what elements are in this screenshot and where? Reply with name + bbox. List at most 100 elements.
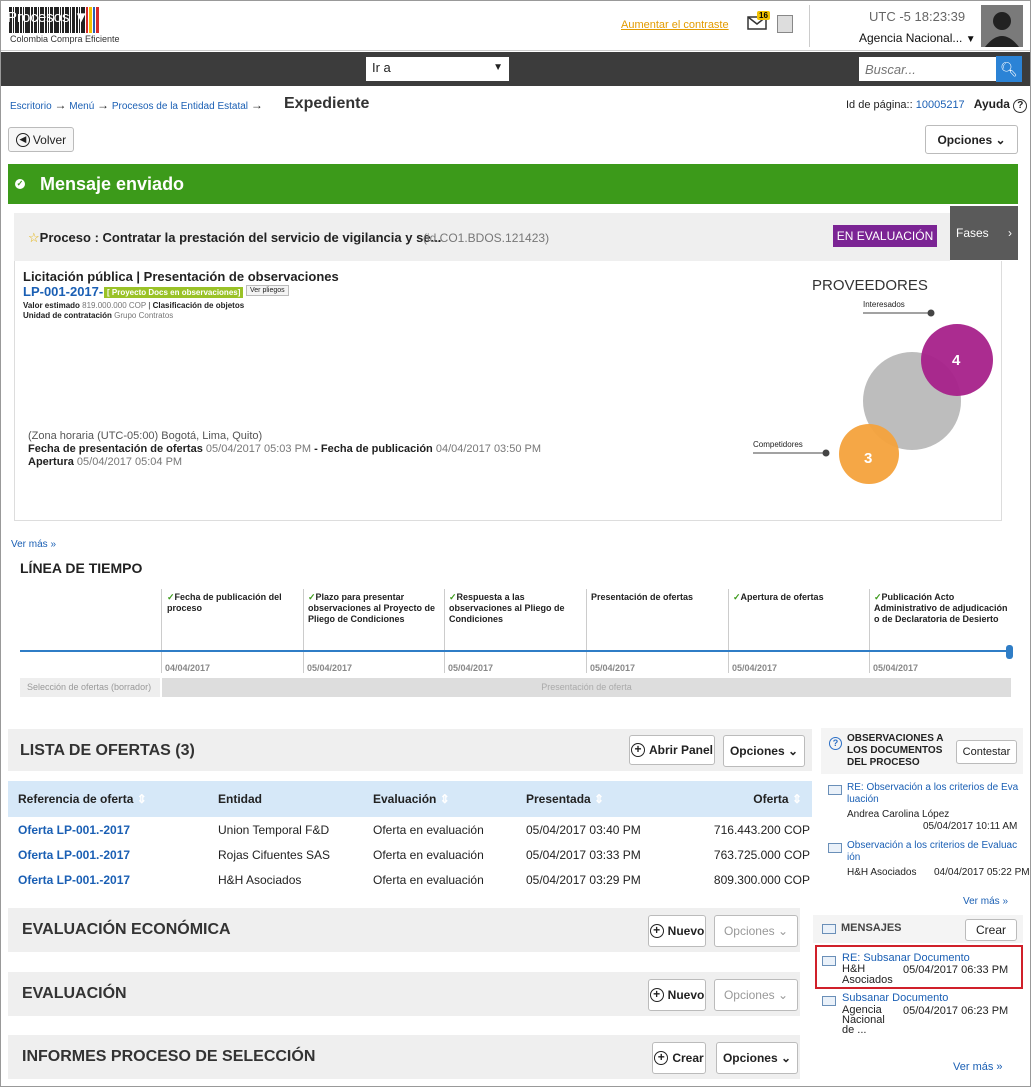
nav-proveedores[interactable]: Proveedores ▼: [181, 9, 285, 26]
messages-see-more[interactable]: Ver más »: [953, 1061, 1003, 1073]
offer-entity: Rojas Cifuentes SAS: [218, 847, 331, 862]
user-avatar[interactable]: [981, 5, 1023, 47]
goto-select[interactable]: Ir a ▼: [366, 57, 509, 81]
breadcrumb-escritorio[interactable]: Escritorio: [10, 101, 52, 112]
clock: UTC -5 18:23:39: [869, 9, 965, 24]
message-link[interactable]: Subsanar Documento: [842, 992, 948, 1004]
offers-date: Fecha de presentación de ofertas 05/04/2…: [28, 443, 542, 455]
offers-table: Referencia de oferta ⇕ Entidad Evaluació…: [8, 781, 812, 892]
nav-procesos[interactable]: Procesos ▼: [7, 9, 89, 26]
nav-contratos[interactable]: Contratos: [107, 9, 172, 26]
timeline-band-draft: Selección de ofertas (borrador): [20, 678, 160, 697]
offers-options-button[interactable]: Opciones ⌄: [723, 735, 805, 767]
page-id: Id de página:: 10005217 Ayuda ?: [846, 97, 1028, 113]
column-header-offer[interactable]: Oferta ⇕: [676, 781, 812, 817]
offer-amount: 763.725.000 COP: [713, 847, 810, 862]
options-label: Opciones: [937, 132, 993, 147]
column-label: Oferta: [753, 792, 789, 806]
timeline-date: 05/04/2017: [448, 663, 494, 673]
offer-evaluation: Oferta en evaluación: [373, 847, 484, 862]
search-button[interactable]: 🔍︎: [996, 56, 1022, 82]
offer-link[interactable]: Oferta LP-001.-2017: [18, 823, 130, 837]
offer-link[interactable]: Oferta LP-001.-2017: [18, 873, 130, 887]
agency-selector[interactable]: Agencia Nacional... ▼: [859, 31, 976, 45]
help-icon: ?: [1013, 99, 1028, 113]
view-specs-button[interactable]: Ver pliegos: [246, 285, 289, 296]
back-button[interactable]: ◀ Volver: [8, 127, 74, 152]
pub-date-label: Fecha de publicación: [320, 443, 433, 455]
options-button[interactable]: Opciones ⌄: [925, 125, 1018, 154]
reports-options-button[interactable]: Opciones ⌄: [716, 1042, 798, 1074]
observations-see-more[interactable]: Ver más »: [963, 896, 1008, 907]
timeline-step-label: Plazo para presentar observaciones al Pr…: [308, 592, 436, 624]
timeline-step: ✓Fecha de publicación del proceso: [167, 592, 282, 613]
column-label: Referencia de oferta: [18, 792, 134, 806]
new-economic-evaluation-button[interactable]: + Nuevo: [648, 915, 706, 947]
nav-menu[interactable]: Menú ▼: [296, 9, 353, 26]
offers-date-text: 05/04/2017 05:03 PM: [205, 443, 312, 455]
breadcrumb-menu[interactable]: Menú: [69, 101, 94, 112]
pub-date-text: 04/04/2017 03:50 PM: [435, 443, 542, 455]
message-date: 05/04/2017 06:23 PM: [903, 1005, 1009, 1017]
plus-circle-icon: +: [649, 988, 664, 1002]
evaluation-options-button[interactable]: Opciones ⌄: [714, 979, 798, 1011]
timeline-step: ✓Apertura de ofertas: [733, 592, 824, 602]
create-message-button[interactable]: Crear: [965, 919, 1017, 941]
nav-proveedores-label: Proveedores: [181, 9, 267, 26]
classification-label: Clasificación de objetos: [152, 301, 245, 310]
star-icon[interactable]: ☆: [28, 230, 40, 245]
nav-procesos-label: Procesos: [7, 9, 70, 26]
question-icon: ?: [829, 737, 842, 750]
table-row: Oferta LP-001.-2017 Rojas Cifuentes SAS …: [8, 842, 812, 867]
page-title: Expediente: [284, 95, 370, 112]
search-input[interactable]: [859, 57, 996, 81]
estimated-value-label: Valor estimado: [23, 301, 80, 310]
increase-contrast-link[interactable]: Aumentar el contraste: [621, 19, 729, 31]
interested-count[interactable]: 4: [952, 352, 960, 369]
observation-date: 05/04/2017 10:11 AM: [923, 821, 1018, 832]
breadcrumb-procesos[interactable]: Procesos de la Entidad Estatal: [112, 101, 248, 112]
reply-button[interactable]: Contestar: [956, 740, 1017, 764]
chevron-down-icon: ▼: [493, 62, 503, 73]
message-icon: [828, 785, 842, 795]
success-banner: Mensaje enviado: [8, 164, 1018, 204]
phases-button[interactable]: Fases ›: [950, 206, 1018, 260]
economic-evaluation-options-button[interactable]: Opciones ⌄: [714, 915, 798, 947]
chevron-down-icon: ⌄: [787, 744, 799, 758]
arrow-left-icon: ◀: [15, 132, 30, 147]
process-reference[interactable]: LP-001-2017-: [23, 284, 103, 299]
offer-evaluation: Oferta en evaluación: [373, 872, 484, 887]
message-sender: H&H Asociados: [842, 963, 893, 986]
timezone-label: UTC -5: [869, 9, 911, 24]
open-panel-button[interactable]: + Abrir Panel: [629, 735, 715, 765]
competitors-count[interactable]: 3: [864, 450, 872, 467]
mail-count-badge: 16: [757, 11, 770, 20]
help-link[interactable]: Ayuda ?: [974, 97, 1028, 113]
new-label: Nuevo: [667, 988, 705, 1002]
observation-link[interactable]: RE: Observación a los criterios de Evalu…: [847, 782, 1019, 806]
timeline-track: [20, 650, 1010, 652]
timeline-date: 05/04/2017: [307, 663, 353, 673]
page-id-link[interactable]: 10005217: [916, 99, 965, 111]
create-report-button[interactable]: + Crear: [652, 1042, 706, 1074]
estimated-value: Valor estimado 819.000.000 COP | Clasifi…: [23, 301, 245, 310]
message-icon: [822, 996, 836, 1006]
column-header-evaluation[interactable]: Evaluación ⇕: [363, 781, 516, 817]
see-more-link[interactable]: Ver más »: [11, 539, 56, 550]
observation-link[interactable]: Observación a los criterios de Evaluació…: [847, 840, 1019, 864]
observation-date: 04/04/2017 05:22 PM: [934, 867, 1030, 878]
contracting-unit-text: Grupo Contratos: [114, 311, 174, 320]
new-evaluation-button[interactable]: + Nuevo: [648, 979, 706, 1011]
column-header-entity[interactable]: Entidad: [208, 781, 363, 817]
timeline-step-label: Apertura de ofertas: [740, 592, 824, 602]
column-header-submitted[interactable]: Presentada ⇕: [516, 781, 676, 817]
column-header-reference[interactable]: Referencia de oferta ⇕: [8, 781, 208, 817]
offer-link[interactable]: Oferta LP-001.-2017: [18, 848, 130, 862]
timeline-step-label: Presentación de ofertas: [591, 592, 694, 602]
timeline-handle[interactable]: [1006, 645, 1013, 659]
document-icon[interactable]: [777, 15, 793, 33]
offer-submitted: 05/04/2017 03:33 PM: [526, 847, 641, 862]
process-id: (id.CO1.BDOS.121423): [423, 231, 550, 245]
chevron-right-icon: ›: [1008, 226, 1012, 240]
chevron-down-icon: ⌄: [780, 1051, 792, 1065]
